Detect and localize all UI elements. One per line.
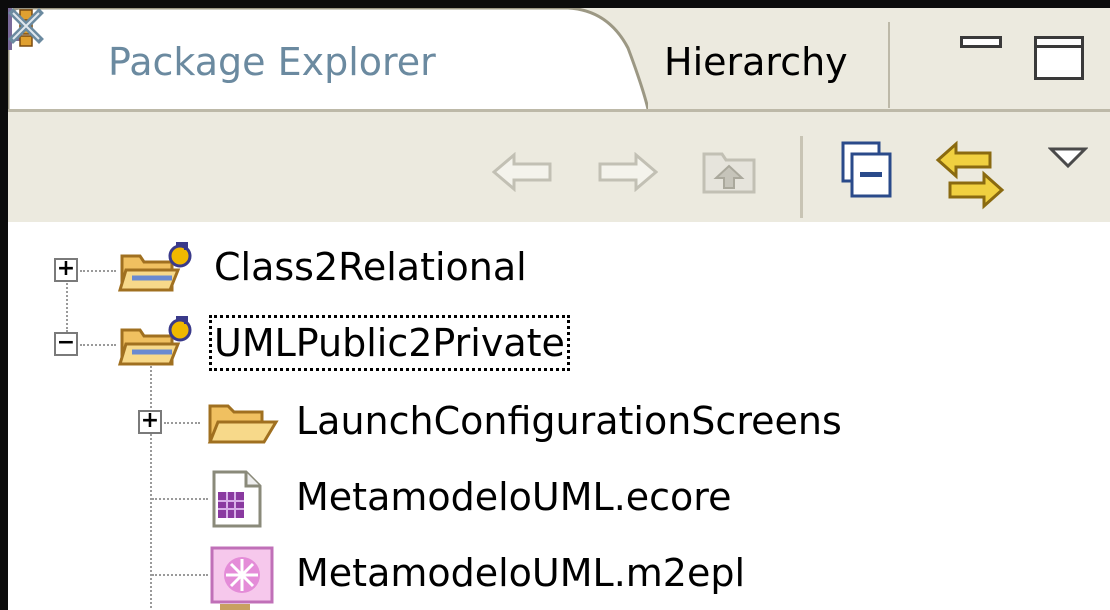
close-icon[interactable]: [8, 8, 44, 44]
tree-item-partial: [220, 604, 250, 610]
folder-icon: [207, 404, 279, 444]
tree-connector: [80, 344, 116, 346]
tree-connector: [152, 498, 208, 500]
project-tree: + Class2Relational − UMLPublic2Private +…: [8, 222, 1110, 610]
tab-hierarchy[interactable]: Hierarchy: [664, 40, 848, 84]
maximize-icon[interactable]: [1034, 36, 1084, 80]
java-project-icon: [117, 316, 192, 366]
tree-item-label: UMLPublic2Private: [209, 315, 570, 371]
tree-connector: [80, 270, 116, 272]
back-arrow-icon[interactable]: [492, 152, 554, 192]
tree-item-umlpublic2private[interactable]: − UMLPublic2Private: [8, 315, 1110, 378]
expand-icon[interactable]: +: [138, 410, 162, 434]
package-explorer-view: Package Explorer Hierarchy + Class2Relat…: [8, 8, 1110, 610]
tree-connector: [164, 422, 200, 424]
link-with-editor-icon[interactable]: [934, 140, 1006, 210]
tree-connector: [152, 574, 208, 576]
collapse-all-icon[interactable]: [840, 140, 892, 198]
tree-item-label: MetamodeloUML.m2epl: [296, 551, 746, 595]
ecore-file-icon: [212, 470, 262, 528]
tree-item-label: Class2Relational: [214, 245, 527, 289]
tab-divider: [888, 22, 890, 108]
tree-item-label: LaunchConfigurationScreens: [296, 399, 842, 443]
view-tab-bar: Package Explorer Hierarchy: [8, 8, 1110, 112]
tab-package-explorer-label: Package Explorer: [108, 40, 436, 84]
forward-arrow-icon[interactable]: [596, 152, 658, 192]
go-up-icon[interactable]: [698, 142, 760, 196]
toolbar-separator: [800, 136, 803, 218]
tree-item-metamodelouml-m2epl[interactable]: MetamodeloUML.m2epl: [8, 546, 1110, 608]
tree-item-metamodelouml-ecore[interactable]: MetamodeloUML.ecore: [8, 470, 1110, 532]
tree-item-class2relational[interactable]: + Class2Relational: [8, 242, 1110, 304]
m2epl-file-icon: [210, 546, 274, 604]
view-menu-icon[interactable]: [1048, 146, 1088, 170]
tree-item-label: MetamodeloUML.ecore: [296, 475, 732, 519]
java-project-icon: [117, 242, 192, 292]
collapse-icon[interactable]: −: [54, 332, 78, 356]
expand-icon[interactable]: +: [54, 258, 78, 282]
minimize-icon[interactable]: [960, 36, 1002, 48]
tab-package-explorer[interactable]: Package Explorer: [8, 8, 648, 112]
tree-item-launchconfigurationscreens[interactable]: + LaunchConfigurationScreens: [8, 394, 1110, 456]
